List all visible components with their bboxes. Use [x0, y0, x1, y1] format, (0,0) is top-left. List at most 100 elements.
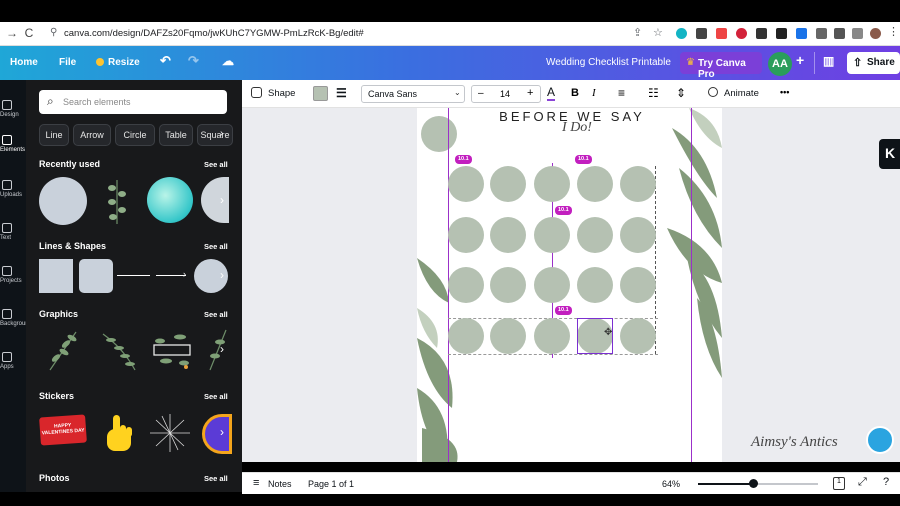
list-icon[interactable]: ☷ [648, 86, 659, 100]
profile-icon[interactable] [870, 28, 881, 39]
search-input[interactable]: ⌕ Search elements [39, 90, 227, 114]
rail-item-apps[interactable]: Apps [0, 352, 26, 370]
font-family-select[interactable]: Canva Sans ⌄ [361, 85, 465, 103]
decrease-size-button[interactable]: – [478, 88, 484, 99]
grid-circle[interactable] [620, 318, 656, 354]
align-center-icon[interactable]: ≡ [618, 86, 625, 100]
rail-item-uploads[interactable]: Uploads [0, 180, 26, 198]
pinterest-icon[interactable] [736, 28, 747, 39]
rail-item-elements[interactable]: Elements [0, 135, 26, 153]
pill-table[interactable]: Table [159, 124, 193, 146]
grid-circle[interactable] [490, 318, 526, 354]
chevron-right-icon[interactable]: › [220, 342, 224, 356]
rail-item-text[interactable]: Text [0, 223, 26, 241]
leaf-branch-graphic[interactable] [46, 328, 80, 372]
grid-circle[interactable] [620, 166, 656, 202]
notes-button[interactable]: Notes [268, 479, 292, 489]
pill-square[interactable]: Square [197, 124, 233, 146]
grid-circle[interactable] [448, 318, 484, 354]
menu-icon[interactable]: ⋮ [888, 25, 899, 38]
chevron-right-icon[interactable]: › [220, 268, 224, 282]
extension-icon[interactable] [816, 28, 827, 39]
arrow-shape[interactable] [156, 275, 186, 276]
share-page-icon[interactable]: ⇪ [633, 26, 642, 39]
valentines-sticker[interactable]: HAPPY VALENTINES DAY [39, 414, 87, 446]
recent-gradient-circle[interactable] [147, 177, 193, 223]
shape-color-swatch[interactable] [313, 86, 328, 101]
font-size-stepper[interactable]: – 14 + [471, 85, 541, 103]
grid-circle[interactable] [534, 166, 570, 202]
badge-sticker[interactable] [202, 414, 232, 454]
extension-icon[interactable] [796, 28, 807, 39]
design-title[interactable]: Wedding Checklist Printable [546, 57, 671, 68]
text-color-icon[interactable]: A [547, 85, 556, 101]
chevron-right-icon[interactable]: › [220, 425, 224, 439]
avatar[interactable]: AA [768, 52, 792, 76]
see-all-link[interactable]: See all [204, 310, 228, 319]
chevron-right-icon[interactable]: › [220, 128, 223, 139]
leaf-branch-graphic[interactable] [206, 328, 228, 372]
recent-circle-element[interactable] [39, 177, 87, 225]
grid-circle[interactable] [490, 217, 526, 253]
grid-circle[interactable] [490, 267, 526, 303]
extension-icon[interactable] [776, 28, 787, 39]
resize-button[interactable]: Resize [108, 57, 140, 68]
pill-circle[interactable]: Circle [115, 124, 155, 146]
pages-grid-icon[interactable]: 1 [833, 477, 845, 490]
forward-icon[interactable]: → C [6, 26, 33, 40]
grid-circle[interactable] [448, 166, 484, 202]
increase-size-button[interactable]: + [527, 87, 533, 99]
page-indicator[interactable]: Page 1 of 1 [308, 479, 354, 489]
chevron-right-icon[interactable]: › [220, 193, 224, 207]
starburst-sticker[interactable] [146, 412, 194, 454]
square-shape[interactable] [39, 259, 73, 293]
shape-button[interactable]: Shape [268, 88, 295, 99]
grid-circle[interactable] [448, 217, 484, 253]
extension-icon[interactable] [716, 28, 727, 39]
try-canva-pro-button[interactable]: ♛ Try Canva Pro [680, 52, 762, 80]
cloud-save-icon[interactable]: ☁ [222, 54, 234, 68]
share-button[interactable]: ⇧ Share [847, 52, 900, 74]
leaf-branch-graphic[interactable] [99, 328, 139, 372]
see-all-link[interactable]: See all [204, 242, 228, 251]
home-button[interactable]: Home [10, 57, 38, 68]
grid-circle[interactable] [577, 267, 613, 303]
hand-pointer-sticker[interactable] [101, 413, 135, 453]
see-all-link[interactable]: See all [204, 160, 228, 169]
fullscreen-icon[interactable]: ⤢ [858, 476, 867, 489]
spacing-icon[interactable]: ⇕ [676, 86, 686, 100]
circle-shape-duplicate[interactable] [421, 116, 457, 152]
recent-shape-element[interactable] [201, 177, 229, 223]
add-collaborator-icon[interactable]: + [796, 52, 804, 68]
sidepanel-icon[interactable] [852, 28, 863, 39]
bookmark-star-icon[interactable]: ☆ [653, 26, 663, 39]
more-options-button[interactable]: ••• [780, 87, 789, 97]
extension-icon[interactable] [756, 28, 767, 39]
rail-item-design[interactable]: Design [0, 100, 26, 118]
floating-widget[interactable]: K [879, 139, 900, 169]
help-icon[interactable]: ? [883, 476, 889, 488]
grid-circle[interactable] [490, 166, 526, 202]
bold-button[interactable]: B [571, 87, 579, 99]
pill-arrow[interactable]: Arrow [73, 124, 111, 146]
see-all-link[interactable]: See all [204, 392, 228, 401]
grid-circle[interactable] [577, 217, 613, 253]
zoom-level[interactable]: 64% [662, 479, 680, 489]
italic-button[interactable]: I [592, 87, 596, 99]
floral-frame-graphic[interactable] [150, 327, 194, 373]
grid-circle[interactable] [534, 217, 570, 253]
rail-item-projects[interactable]: Projects [0, 266, 26, 284]
see-all-link[interactable]: See all [204, 474, 228, 483]
recent-eucalyptus-graphic[interactable] [106, 178, 128, 224]
site-info-icon[interactable]: ⚲ [50, 27, 57, 38]
border-style-icon[interactable]: ☰ [336, 86, 347, 100]
zoom-slider-thumb[interactable] [749, 479, 758, 488]
grid-circle[interactable] [448, 267, 484, 303]
url-text[interactable]: canva.com/design/DAFZs20Fqmo/jwKUhC7YGMW… [64, 28, 364, 39]
rounded-square-shape[interactable] [79, 259, 113, 293]
undo-icon[interactable]: ↶ [160, 53, 171, 69]
file-menu-button[interactable]: File [59, 57, 76, 68]
puzzle-icon[interactable] [834, 28, 845, 39]
grid-circle[interactable] [534, 267, 570, 303]
grid-circle[interactable] [620, 267, 656, 303]
